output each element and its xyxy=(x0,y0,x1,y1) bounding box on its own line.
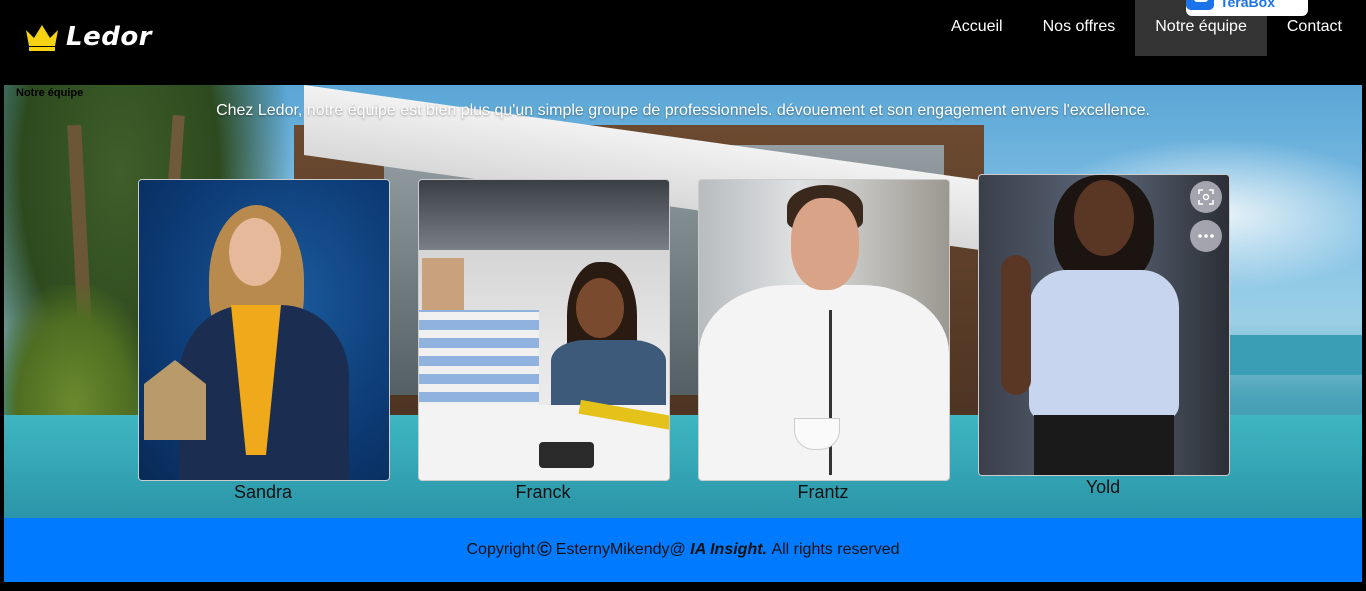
team-member-photo xyxy=(979,175,1229,475)
footer-copyright-label: Copyright xyxy=(466,541,535,558)
team-member-card[interactable] xyxy=(138,179,390,481)
crown-icon xyxy=(26,25,58,51)
footer-rights: All rights reserved xyxy=(771,541,900,558)
team-member-photo xyxy=(419,180,669,480)
terabox-extension-badge[interactable]: TeraBox xyxy=(1186,0,1308,16)
section-title: Notre équipe xyxy=(16,87,84,99)
team-member-card[interactable] xyxy=(418,179,670,481)
more-options-icon[interactable] xyxy=(1190,220,1222,252)
nav-nos-offres[interactable]: Nos offres xyxy=(1023,0,1136,56)
screenshot-icon[interactable] xyxy=(1190,181,1222,213)
team-member-photo xyxy=(699,180,949,480)
team-member-name: Yold xyxy=(1085,477,1121,497)
copyright-icon: © xyxy=(536,538,552,561)
brand-logo[interactable]: Ledor xyxy=(24,22,152,52)
team-member-name: Frantz xyxy=(797,482,849,502)
team-member-card[interactable] xyxy=(978,174,1230,476)
team-intro-text: Chez Ledor, notre équipe est bien plus q… xyxy=(216,102,1150,119)
team-member-photo xyxy=(139,180,389,480)
team-member-name: Franck xyxy=(515,482,571,502)
team-member-name: Sandra xyxy=(233,482,293,502)
brand-name: Ledor xyxy=(66,22,152,52)
terabox-icon xyxy=(1186,0,1214,10)
background-sea xyxy=(1224,335,1362,375)
team-section: Notre équipe Chez Ledor, notre équipe es… xyxy=(4,85,1362,518)
team-member-card[interactable] xyxy=(698,179,950,481)
terabox-label: TeraBox xyxy=(1220,0,1275,10)
site-footer: Copyright © EsternyMikendy@ IA Insight. … xyxy=(4,518,1362,582)
site-header: Ledor Accueil Nos offres Notre équipe Co… xyxy=(4,0,1362,85)
footer-author: EsternyMikendy@ xyxy=(555,541,686,558)
nav-accueil[interactable]: Accueil xyxy=(931,0,1023,56)
footer-company: IA Insight. xyxy=(690,541,767,558)
bottom-strip xyxy=(0,582,1366,591)
